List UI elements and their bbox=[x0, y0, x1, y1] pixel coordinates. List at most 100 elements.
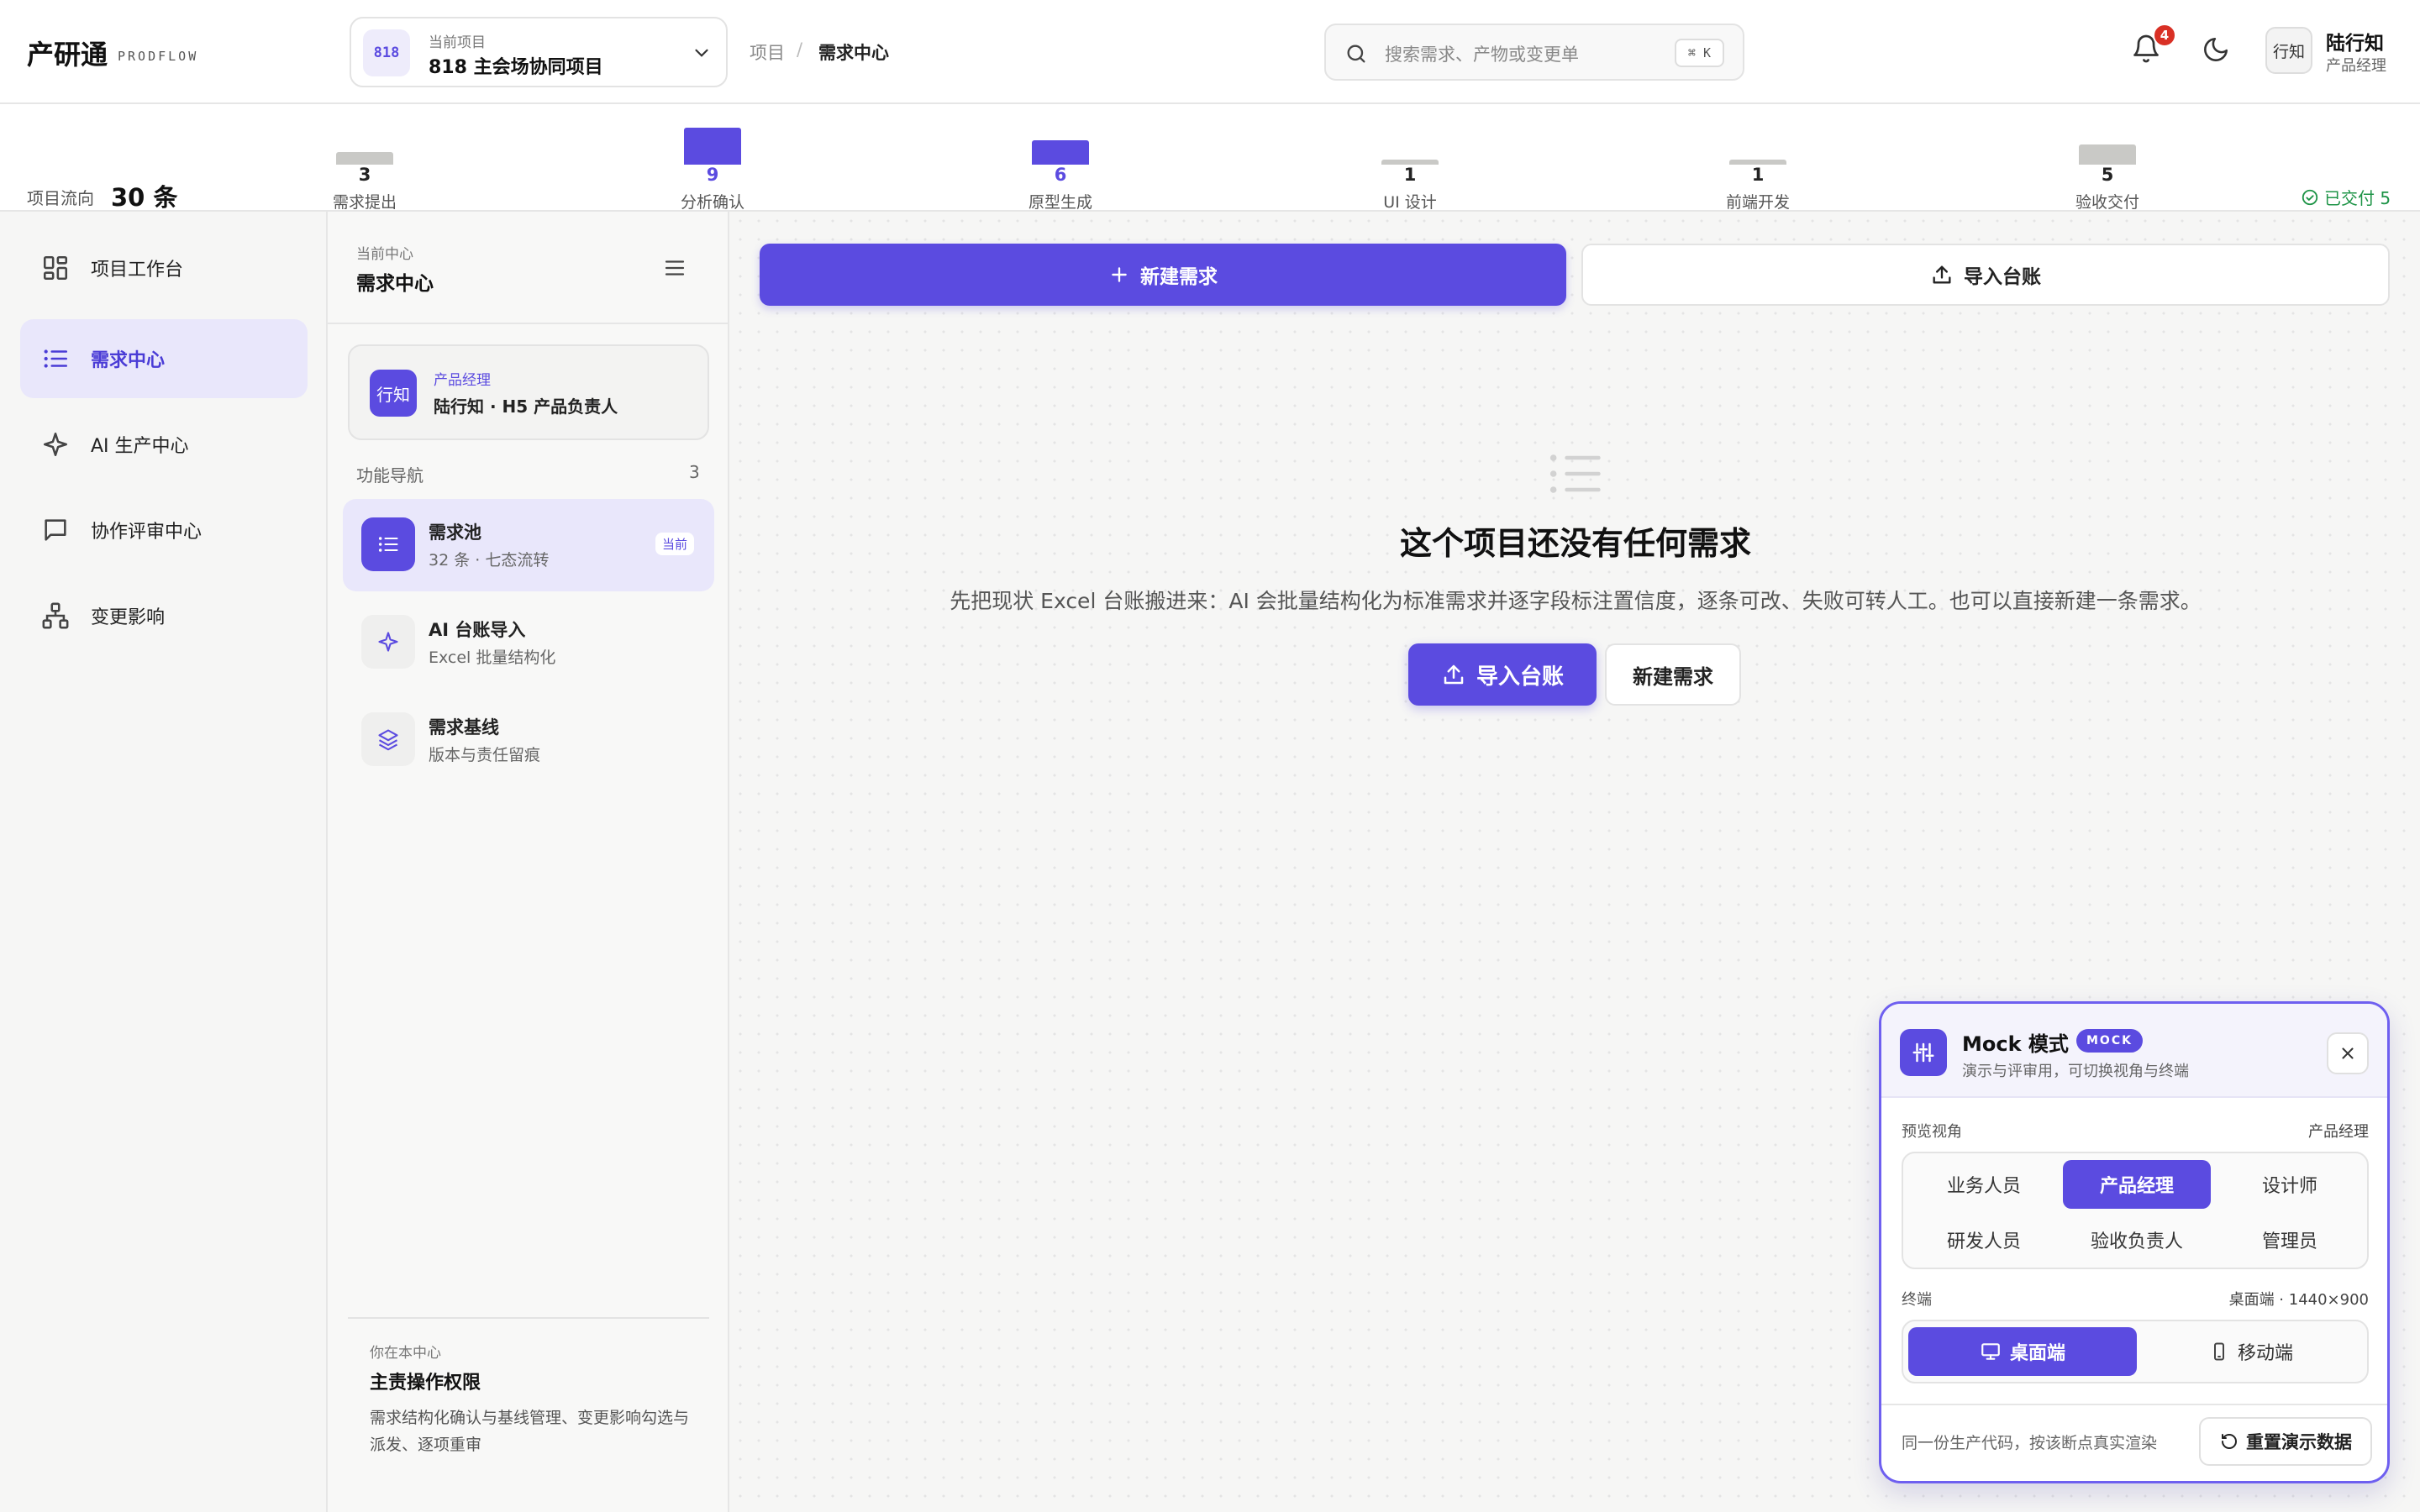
new-requirement-label: 新建需求 bbox=[1140, 266, 1218, 288]
mock-badge: MOCK bbox=[2076, 1029, 2143, 1053]
function-item-baseline[interactable]: 需求基线 版本与责任留痕 bbox=[343, 694, 714, 786]
function-item-ai-import[interactable]: AI 台账导入 Excel 批量结构化 bbox=[343, 596, 714, 689]
function-nav-heading: 功能导航 bbox=[356, 465, 424, 486]
nav-item-review[interactable]: 协作评审中心 bbox=[20, 491, 308, 570]
role-option[interactable]: 业务人员 bbox=[1910, 1160, 2058, 1209]
breadcrumb-project[interactable]: 项目 bbox=[750, 39, 785, 65]
owner-avatar: 行知 bbox=[370, 370, 417, 417]
terminal-selector: 桌面端 移动端 bbox=[1902, 1320, 2369, 1383]
import-ledger-button[interactable]: 导入台账 bbox=[1581, 244, 2390, 306]
nav-item-workbench[interactable]: 项目工作台 bbox=[20, 228, 308, 307]
upload-icon bbox=[1930, 263, 1954, 286]
flow-stage-count: 9 bbox=[706, 165, 719, 185]
empty-import-button[interactable]: 导入台账 bbox=[1408, 643, 1597, 706]
monitor-icon bbox=[1980, 1341, 2002, 1362]
flow-stage-count: 5 bbox=[2101, 165, 2114, 185]
flow-stage-count: 6 bbox=[1054, 165, 1067, 185]
role-option[interactable]: 管理员 bbox=[2216, 1215, 2364, 1264]
role-selector: 业务人员 产品经理 设计师 研发人员 验收负责人 管理员 bbox=[1902, 1152, 2369, 1269]
terminal-value: 桌面端 · 1440×900 bbox=[2228, 1291, 2369, 1309]
empty-state-title: 这个项目还没有任何需求 bbox=[1399, 525, 1751, 562]
layers-icon bbox=[361, 712, 415, 766]
new-requirement-button[interactable]: 新建需求 bbox=[760, 244, 1566, 306]
function-nav-count: 3 bbox=[689, 462, 700, 482]
app-logo-sub: PRODFLOW bbox=[118, 49, 199, 64]
flow-stage[interactable]: 1 前端开发 bbox=[1707, 104, 1808, 212]
search-placeholder: 搜索需求、产物或变更单 bbox=[1385, 45, 1579, 65]
flow-stage[interactable]: 3 需求提出 bbox=[314, 104, 415, 212]
terminal-desktop-label: 桌面端 bbox=[2009, 1343, 2065, 1364]
flow-stage-label: 前端开发 bbox=[1725, 193, 1790, 212]
role-option[interactable]: 设计师 bbox=[2216, 1160, 2364, 1209]
module-caption: 当前中心 bbox=[356, 246, 413, 263]
nav-item-label: AI 生产中心 bbox=[91, 436, 189, 457]
owner-role: 产品经理 bbox=[434, 372, 491, 389]
reset-demo-button[interactable]: 重置演示数据 bbox=[2199, 1417, 2372, 1466]
empty-import-label: 导入台账 bbox=[1476, 664, 1564, 690]
nav-item-label: 变更影响 bbox=[91, 607, 166, 628]
role-option[interactable]: 验收负责人 bbox=[2063, 1215, 2211, 1264]
project-caption: 当前项目 bbox=[429, 34, 486, 51]
preview-role-label: 预览视角 bbox=[1902, 1123, 1962, 1141]
flow-count: 30 条 bbox=[111, 183, 178, 212]
import-ledger-label: 导入台账 bbox=[1964, 266, 2041, 288]
flow-stage-count: 1 bbox=[1751, 165, 1765, 185]
sparkle-icon bbox=[361, 615, 415, 669]
preview-role-value: 产品经理 bbox=[2308, 1123, 2369, 1141]
delivered-status: 已交付 5 bbox=[2301, 185, 2391, 209]
nav-item-ai-production[interactable]: AI 生产中心 bbox=[20, 405, 308, 484]
chevron-down-icon bbox=[691, 42, 713, 64]
mock-footer-note: 同一份生产代码，按该断点真实渲染 bbox=[1902, 1434, 2158, 1452]
user-avatar[interactable]: 行知 bbox=[2265, 27, 2312, 74]
role-option-active[interactable]: 产品经理 bbox=[2063, 1160, 2211, 1209]
flow-stage-label: 原型生成 bbox=[1028, 193, 1092, 212]
search-shortcut: ⌘ K bbox=[1674, 39, 1724, 67]
empty-new-button[interactable]: 新建需求 bbox=[1605, 643, 1741, 706]
user-role: 产品经理 bbox=[2326, 57, 2386, 75]
search-input[interactable]: 搜索需求、产物或变更单 ⌘ K bbox=[1324, 24, 1744, 81]
flow-stage-bar bbox=[2079, 144, 2136, 165]
current-tag: 当前 bbox=[655, 533, 694, 555]
sparkle-icon bbox=[39, 428, 72, 461]
phone-icon bbox=[2209, 1341, 2229, 1362]
terminal-mobile[interactable]: 移动端 bbox=[2137, 1327, 2365, 1376]
module-title: 需求中心 bbox=[356, 273, 434, 295]
user-name: 陆行知 bbox=[2326, 33, 2384, 55]
project-badge: 818 bbox=[363, 29, 410, 76]
function-item-pool[interactable]: 需求池 32 条 · 七态流转 当前 bbox=[343, 499, 714, 591]
left-nav: 项目工作台 需求中心 AI 生产中心 协作评审中心 变更影响 bbox=[0, 212, 328, 1512]
flow-stage[interactable]: 1 UI 设计 bbox=[1360, 104, 1460, 212]
flow-stage-bar bbox=[1032, 140, 1089, 165]
flow-stage[interactable]: 6 原型生成 bbox=[1010, 104, 1111, 212]
menu-icon[interactable] bbox=[662, 255, 687, 281]
project-switcher[interactable]: 818 当前项目 818 主会场协同项目 bbox=[350, 17, 728, 87]
plus-icon bbox=[1108, 264, 1130, 286]
function-item-title: AI 台账导入 bbox=[429, 620, 526, 640]
terminal-label: 终端 bbox=[1902, 1291, 1932, 1309]
mock-mode-panel: Mock 模式 MOCK 演示与评审用，可切换视角与终端 预览视角 产品经理 业… bbox=[1879, 1001, 2390, 1483]
flow-stage-label: 分析确认 bbox=[680, 193, 744, 212]
flow-stage[interactable]: 5 验收交付 bbox=[2057, 104, 2158, 212]
flow-stage-label: 需求提出 bbox=[332, 193, 397, 212]
flow-stage-bar bbox=[684, 128, 741, 165]
flow-stage[interactable]: 9 分析确认 bbox=[662, 104, 763, 212]
flow-stage-bar bbox=[336, 152, 393, 165]
nav-item-change-impact[interactable]: 变更影响 bbox=[20, 576, 308, 655]
role-option[interactable]: 研发人员 bbox=[1910, 1215, 2058, 1264]
divider bbox=[348, 1317, 709, 1319]
sliders-icon bbox=[1900, 1029, 1947, 1076]
mock-panel-title: Mock 模式 bbox=[1962, 1032, 2069, 1056]
upload-icon bbox=[1441, 662, 1466, 687]
terminal-desktop[interactable]: 桌面端 bbox=[1908, 1327, 2137, 1376]
function-item-subtitle: Excel 批量结构化 bbox=[429, 648, 556, 667]
list-icon bbox=[361, 517, 415, 571]
nav-item-label: 协作评审中心 bbox=[91, 522, 203, 543]
owner-card: 行知 产品经理 陆行知 · H5 产品负责人 bbox=[348, 344, 709, 440]
moon-icon[interactable] bbox=[2202, 35, 2230, 64]
owner-name: 陆行知 · H5 产品负责人 bbox=[434, 396, 618, 417]
delivered-label: 已交付 5 bbox=[2324, 188, 2391, 208]
close-button[interactable] bbox=[2327, 1032, 2369, 1074]
chat-icon bbox=[39, 513, 72, 547]
breadcrumb-separator: / bbox=[797, 39, 803, 60]
nav-item-requirements[interactable]: 需求中心 bbox=[20, 319, 308, 398]
